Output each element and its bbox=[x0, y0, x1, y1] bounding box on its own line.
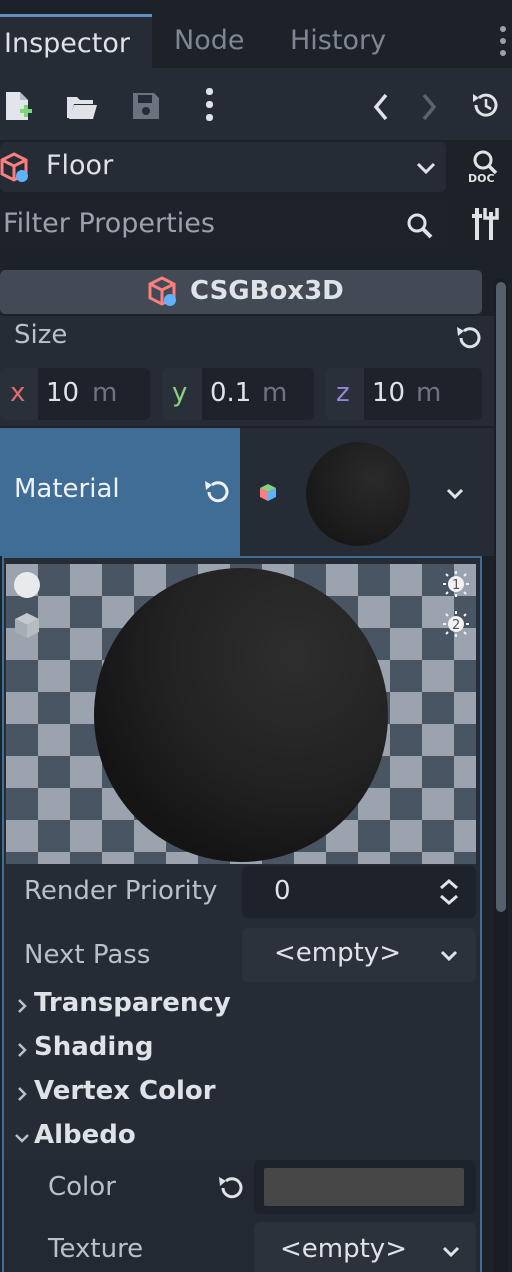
svg-text:2: 2 bbox=[452, 618, 460, 633]
sphere-shape-icon[interactable] bbox=[12, 570, 42, 600]
csgbox-node-icon bbox=[0, 152, 30, 184]
next-pass-value: <empty> bbox=[274, 938, 401, 968]
chevron-right-icon bbox=[16, 1086, 28, 1102]
chevron-down-icon bbox=[14, 1132, 30, 1144]
tab-history[interactable]: History bbox=[290, 14, 400, 68]
size-x-unit: m bbox=[92, 378, 118, 408]
material-label: Material bbox=[14, 474, 120, 504]
albedo-color-label: Color bbox=[48, 1172, 116, 1202]
size-y-field[interactable]: y 0.1 m bbox=[162, 368, 314, 420]
reset-color-icon[interactable] bbox=[216, 1174, 246, 1202]
size-z-field[interactable]: z 10 m bbox=[326, 368, 482, 420]
open-documentation-icon[interactable]: DOC bbox=[466, 148, 504, 188]
search-icon bbox=[406, 212, 434, 240]
inspector-toolbar bbox=[0, 68, 512, 140]
size-x-value: 10 bbox=[46, 378, 80, 408]
tab-bar: Inspector Node History bbox=[0, 0, 512, 68]
albedo-texture-label: Texture bbox=[48, 1234, 144, 1264]
history-icon[interactable] bbox=[470, 90, 502, 120]
chevron-right-icon bbox=[16, 1042, 28, 1058]
light-2-icon[interactable]: 2 bbox=[442, 610, 470, 638]
save-icon[interactable] bbox=[132, 92, 160, 120]
scrollbar-thumb[interactable] bbox=[496, 282, 506, 912]
more-vert-icon[interactable] bbox=[206, 88, 214, 122]
render-priority-label: Render Priority bbox=[24, 876, 218, 906]
material-dropdown-icon[interactable] bbox=[446, 488, 464, 500]
chevron-down-icon bbox=[416, 162, 436, 176]
albedo-properties: Color Texture <empty> bbox=[4, 1160, 480, 1272]
tab-inspector[interactable]: Inspector bbox=[0, 14, 152, 68]
albedo-color-picker[interactable] bbox=[254, 1160, 476, 1214]
texture-chevron-icon bbox=[442, 1246, 460, 1258]
standard-material-icon bbox=[258, 482, 278, 502]
next-pass-picker[interactable]: <empty> bbox=[242, 928, 476, 982]
material-resource-picker[interactable] bbox=[240, 428, 494, 556]
csgbox3d-icon bbox=[148, 276, 178, 308]
box-shape-icon[interactable] bbox=[12, 610, 42, 640]
render-priority-spinbox[interactable]: 0 bbox=[242, 866, 476, 918]
back-icon[interactable] bbox=[372, 92, 390, 122]
new-resource-icon[interactable] bbox=[4, 90, 34, 122]
updown-arrows-icon[interactable] bbox=[438, 878, 460, 906]
next-pass-chevron-icon bbox=[440, 950, 458, 962]
open-folder-icon[interactable] bbox=[66, 94, 98, 120]
group-vertex-color[interactable]: Vertex Color bbox=[4, 1074, 474, 1114]
doc-label: DOC bbox=[468, 172, 495, 185]
albedo-texture-value: <empty> bbox=[280, 1234, 407, 1264]
object-name: Floor bbox=[46, 150, 114, 181]
tools-icon[interactable] bbox=[470, 206, 500, 242]
section-title: CSGBox3D bbox=[190, 276, 344, 306]
size-y-value: 0.1 bbox=[210, 378, 252, 408]
group-shading-label: Shading bbox=[34, 1032, 154, 1062]
light-1-icon[interactable]: 1 bbox=[442, 570, 470, 598]
size-x-axis: x bbox=[10, 378, 26, 408]
tab-node-label: Node bbox=[174, 25, 245, 56]
material-thumbnail bbox=[306, 442, 410, 546]
material-property: Material bbox=[0, 428, 240, 556]
group-shading[interactable]: Shading bbox=[4, 1030, 474, 1070]
tab-inspector-label: Inspector bbox=[4, 28, 130, 59]
size-z-unit: m bbox=[416, 378, 442, 408]
size-z-axis: z bbox=[336, 378, 350, 408]
material-preview: 1 2 bbox=[6, 564, 476, 864]
section-header: CSGBox3D bbox=[0, 270, 482, 314]
next-pass-label: Next Pass bbox=[24, 940, 151, 970]
size-y-axis: y bbox=[172, 378, 188, 408]
group-albedo-label: Albedo bbox=[34, 1120, 136, 1150]
size-property: Size x 10 m y 0.1 m z 10 m bbox=[0, 316, 494, 426]
tab-node[interactable]: Node bbox=[174, 14, 274, 68]
forward-icon[interactable] bbox=[420, 92, 438, 122]
size-z-value: 10 bbox=[372, 378, 406, 408]
chevron-right-icon bbox=[16, 998, 28, 1014]
group-vertex-color-label: Vertex Color bbox=[34, 1076, 216, 1106]
filter-properties-input[interactable]: Filter Properties bbox=[0, 200, 446, 250]
tab-menu-icon[interactable] bbox=[500, 26, 512, 58]
material-editor-panel: 1 2 Render Priority 0 Next Pass <empty> bbox=[2, 556, 482, 1272]
size-label: Size bbox=[14, 320, 68, 350]
group-transparency[interactable]: Transparency bbox=[4, 986, 474, 1026]
filter-placeholder: Filter Properties bbox=[3, 208, 215, 239]
size-y-unit: m bbox=[262, 378, 288, 408]
svg-text:1: 1 bbox=[452, 578, 460, 593]
group-albedo[interactable]: Albedo bbox=[4, 1118, 474, 1158]
preview-sphere bbox=[94, 568, 388, 862]
object-selector[interactable]: Floor bbox=[0, 142, 446, 192]
group-transparency-label: Transparency bbox=[34, 988, 231, 1018]
reset-size-icon[interactable] bbox=[454, 324, 484, 352]
tab-history-label: History bbox=[290, 25, 387, 56]
size-x-field[interactable]: x 10 m bbox=[0, 368, 150, 420]
render-priority-value: 0 bbox=[274, 876, 291, 906]
reset-material-icon[interactable] bbox=[202, 478, 232, 506]
albedo-texture-picker[interactable]: <empty> bbox=[254, 1222, 476, 1272]
color-swatch bbox=[264, 1168, 464, 1206]
